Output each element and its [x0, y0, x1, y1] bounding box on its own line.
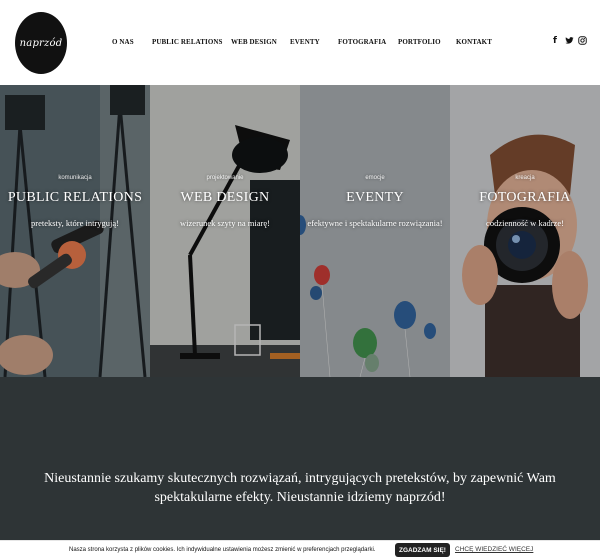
tile-subtitle: efektywne i spektakularne rozwiązania!	[307, 218, 443, 228]
cookie-bar: Nasza strona korzysta z plików cookies. …	[0, 540, 600, 560]
tile-eventy[interactable]: emocje EVENTY efektywne i spektakularne …	[300, 85, 450, 377]
tile-title: WEB DESIGN	[180, 190, 270, 205]
site-header: naprzód O NAS PUBLIC RELATIONS WEB DESIG…	[0, 0, 600, 85]
nav-item-web-design[interactable]: WEB DESIGN	[231, 38, 277, 46]
tile-title: FOTOGRAFIA	[479, 190, 571, 205]
mission-band: Nieustannie szukamy skutecznych rozwiąza…	[0, 377, 600, 540]
nav-item-kontakt[interactable]: KONTAKT	[456, 38, 492, 46]
nav-item-portfolio[interactable]: PORTFOLIO	[398, 38, 441, 46]
facebook-icon[interactable]: f	[553, 36, 557, 46]
cookie-notice-text: Nasza strona korzysta z plików cookies. …	[69, 547, 376, 553]
cookie-more-link[interactable]: CHCĘ WIEDZIEĆ WIĘCEJ	[455, 546, 533, 553]
tile-overlay	[450, 85, 600, 377]
tile-subtitle: wizerunek szyty na miarę!	[180, 218, 270, 228]
tile-kicker: projektowanie	[206, 175, 244, 181]
tile-subtitle: preteksty, które intrygują!	[31, 218, 119, 228]
tile-subtitle: codzienność w kadrze!	[486, 218, 564, 228]
nav-item-eventy[interactable]: EVENTY	[290, 38, 320, 46]
logo[interactable]: naprzód	[15, 12, 67, 74]
tile-overlay	[0, 85, 150, 377]
tile-kicker: kreacja	[515, 175, 535, 181]
tile-overlay	[150, 85, 300, 377]
cookie-accept-button[interactable]: ZGADZAM SIĘ!	[395, 543, 450, 557]
instagram-icon[interactable]	[578, 36, 587, 48]
tile-kicker: komunikacja	[58, 175, 92, 181]
tile-overlay	[300, 85, 450, 377]
nav-item-fotografia[interactable]: FOTOGRAFIA	[338, 38, 386, 46]
nav-item-o-nas[interactable]: O NAS	[112, 38, 134, 46]
tile-web-design[interactable]: projektowanie WEB DESIGN wizerunek szyty…	[150, 85, 300, 377]
twitter-icon[interactable]	[565, 36, 574, 48]
nav-item-public-relations[interactable]: PUBLIC RELATIONS	[152, 38, 223, 46]
service-tiles: komunikacja PUBLIC RELATIONS preteksty, …	[0, 85, 600, 377]
logo-text: naprzód	[19, 37, 63, 49]
tile-fotografia[interactable]: kreacja FOTOGRAFIA codzienność w kadrze!	[450, 85, 600, 377]
tile-title: PUBLIC RELATIONS	[7, 190, 143, 205]
tile-title: EVENTY	[346, 190, 404, 205]
tile-kicker: emocje	[365, 175, 385, 181]
mission-text: Nieustannie szukamy skutecznych rozwiąza…	[44, 471, 556, 505]
tile-public-relations[interactable]: komunikacja PUBLIC RELATIONS preteksty, …	[0, 85, 150, 377]
